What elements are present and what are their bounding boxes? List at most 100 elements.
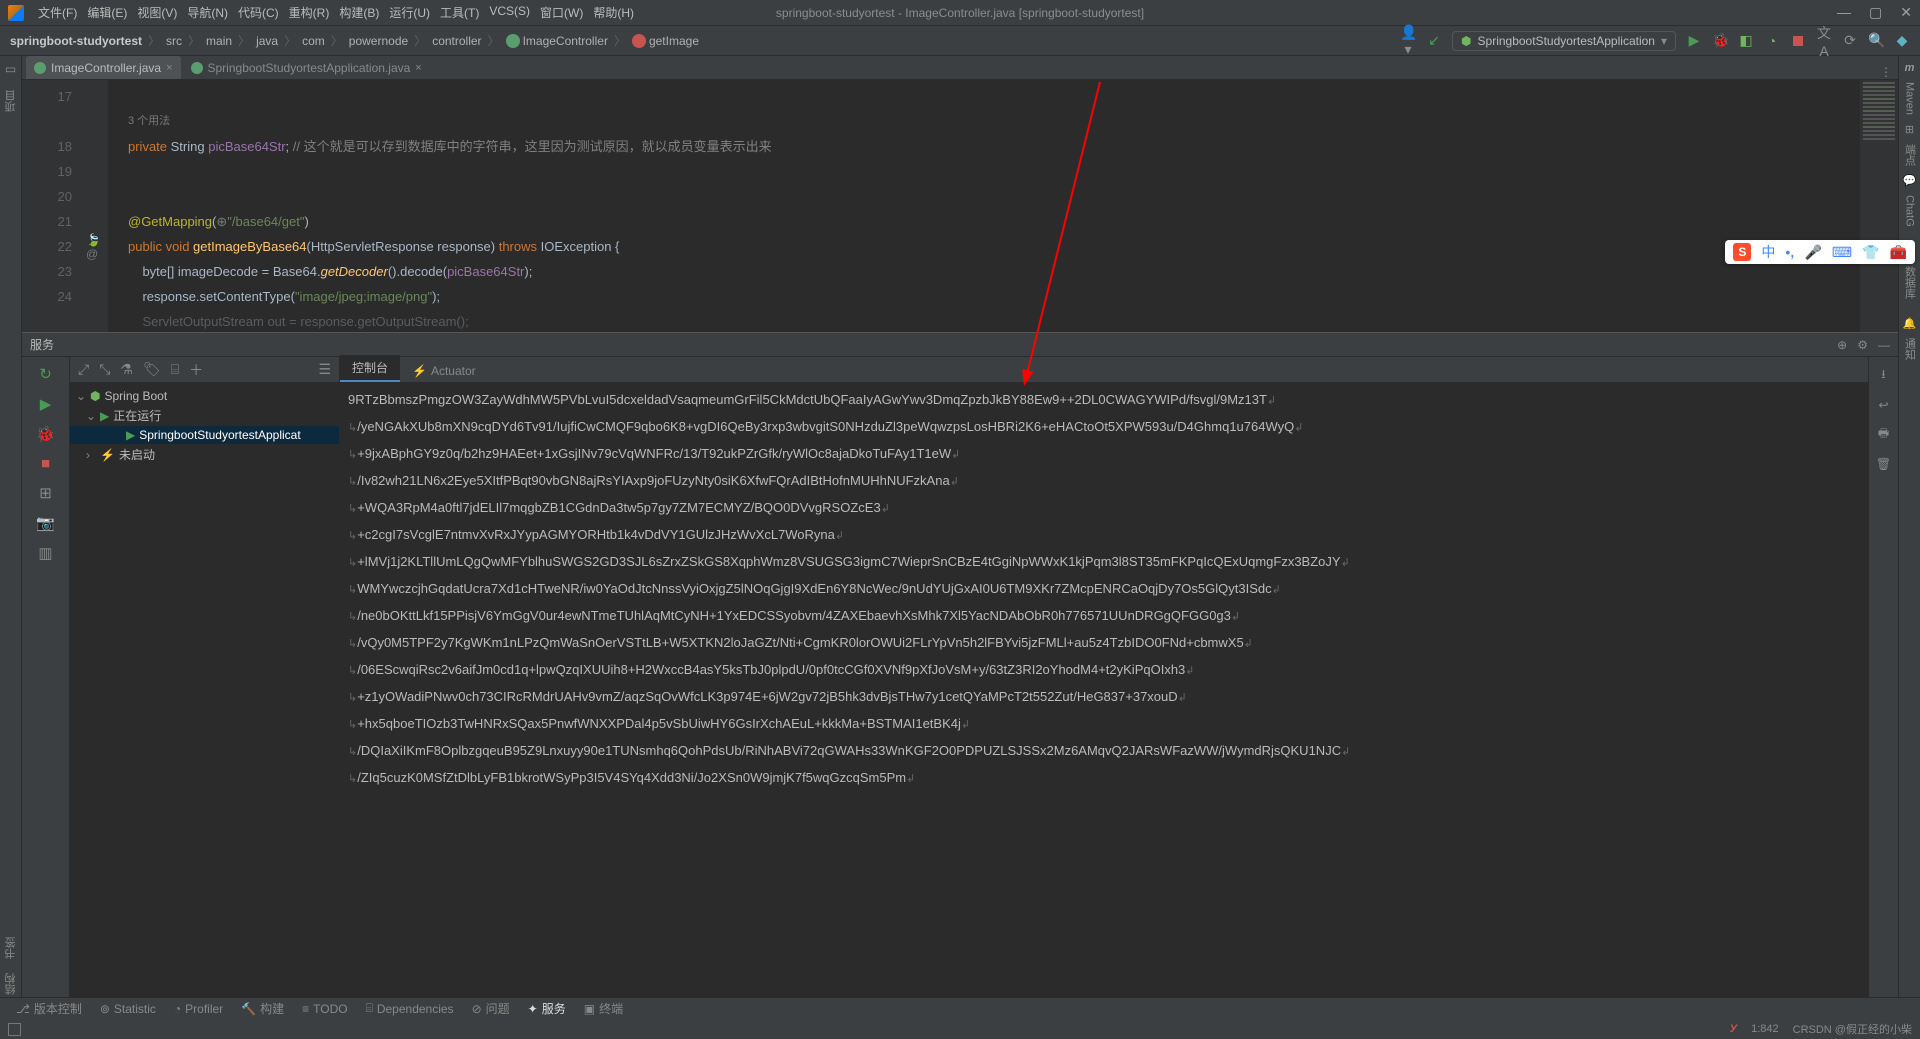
services-tree[interactable]: ⌄⬢ Spring Boot ⌄▶ 正在运行 ▶ SpringbootStudy… — [70, 383, 339, 1015]
btn-statistic[interactable]: ⊚Statistic — [92, 1000, 164, 1018]
tag-icon[interactable]: 🏷 — [143, 361, 161, 378]
menu-window[interactable]: 窗口(W) — [536, 2, 587, 23]
ime-punct-icon[interactable]: •ꓹ — [1785, 244, 1794, 261]
toolwin-toggle-icon[interactable] — [8, 1023, 21, 1036]
chat-label[interactable]: ChatG — [1904, 195, 1916, 227]
endpoints-label[interactable]: 端点 — [1902, 144, 1918, 166]
btn-todo[interactable]: ≡TODO — [294, 1000, 355, 1018]
crumb-controller[interactable]: controller — [432, 34, 481, 48]
ime-lang[interactable]: 中 — [1761, 242, 1775, 262]
tab-actuator[interactable]: ⚡Actuator — [400, 360, 488, 382]
project-tool-icon[interactable]: ▭ — [5, 62, 16, 76]
run-icon[interactable]: ▶ — [40, 395, 52, 413]
stop-icon[interactable]: ■ — [41, 455, 50, 472]
list-icon[interactable]: ☰ — [318, 361, 331, 378]
close-icon[interactable]: × — [415, 62, 421, 74]
cursor-position[interactable]: 1:842 — [1751, 1023, 1779, 1035]
menu-build[interactable]: 构建(B) — [335, 2, 383, 23]
refresh-icon[interactable]: ⟳ — [1842, 32, 1858, 49]
crumb-com[interactable]: com — [302, 34, 325, 48]
group-icon[interactable]: ⌸ — [171, 361, 179, 378]
maximize-icon[interactable]: ▢ — [1869, 4, 1882, 21]
minimize-icon[interactable]: — — [1837, 4, 1851, 21]
run-icon[interactable]: ▶ — [1686, 32, 1702, 49]
translate-icon[interactable]: 文A — [1816, 23, 1832, 59]
crumb-main[interactable]: main — [206, 34, 232, 48]
menu-navigate[interactable]: 导航(N) — [183, 2, 232, 23]
crumb-powernode[interactable]: powernode — [349, 34, 408, 48]
stop-icon[interactable] — [1790, 33, 1806, 49]
btn-dependencies[interactable]: ⌸Dependencies — [358, 999, 462, 1018]
tree-running[interactable]: ⌄▶ 正在运行 — [70, 405, 339, 426]
search-icon[interactable]: 🔍 — [1868, 32, 1884, 49]
coverage-icon[interactable]: ◧ — [1738, 32, 1754, 49]
btn-build[interactable]: 🔨构建 — [233, 998, 292, 1019]
add-icon[interactable]: ＋ — [189, 360, 203, 380]
database-label[interactable]: 数据库 — [1902, 266, 1918, 299]
ime-voice-icon[interactable]: 🎤 — [1804, 244, 1821, 261]
tree-app[interactable]: ▶ SpringbootStudyortestApplicat — [70, 426, 339, 444]
menu-code[interactable]: 代码(C) — [234, 2, 283, 23]
close-icon[interactable]: ✕ — [1900, 4, 1912, 21]
code-area[interactable]: 3 个用法private String picBase64Str; // 这个就… — [108, 80, 1860, 332]
menu-tools[interactable]: 工具(T) — [436, 2, 483, 23]
crumb-project[interactable]: springboot-studyortest — [10, 34, 142, 48]
btn-problems[interactable]: ⊘问题 — [464, 998, 518, 1019]
profile-icon[interactable]: ◔ — [1764, 33, 1780, 49]
debug-icon[interactable]: 🐞 — [1712, 32, 1728, 49]
menu-view[interactable]: 视图(V) — [133, 2, 181, 23]
build-icon[interactable]: ↙ — [1426, 32, 1442, 49]
menu-edit[interactable]: 编辑(E) — [83, 2, 131, 23]
editor[interactable]: 17 18 19 20 21 22 23 24 🍃 @ 3 个用法private… — [22, 80, 1860, 332]
btn-terminal[interactable]: ▣终端 — [576, 998, 631, 1019]
tree-root[interactable]: ⌄⬢ Spring Boot — [70, 387, 339, 405]
tree-notstarted[interactable]: ›⚡ 未启动 — [70, 444, 339, 465]
print-icon[interactable]: 🖶 — [1878, 424, 1889, 445]
gear-icon[interactable]: ⚙ — [1857, 338, 1868, 352]
ime-toolbar[interactable]: S 中 •ꓹ 🎤 ⌨ 👕 🧰 — [1725, 240, 1915, 264]
endpoints-icon[interactable]: ⊞ — [39, 484, 52, 502]
hide-icon[interactable]: — — [1878, 338, 1890, 352]
minimap[interactable] — [1860, 80, 1898, 332]
menu-file[interactable]: 文件(F) — [34, 2, 81, 23]
status-y-icon[interactable]: У — [1730, 1023, 1737, 1035]
pin-icon[interactable]: ⊕ — [1837, 338, 1847, 352]
menu-help[interactable]: 帮助(H) — [589, 2, 638, 23]
maven-label[interactable]: Maven — [1904, 82, 1916, 115]
close-icon[interactable]: × — [166, 62, 172, 74]
tabs-options-icon[interactable]: ⋮ — [1880, 65, 1892, 79]
avatar-icon[interactable]: ◆ — [1894, 32, 1910, 49]
breadcrumb[interactable]: springboot-studyortest〉 src〉 main〉 java〉… — [10, 32, 1400, 49]
debug-icon[interactable]: 🐞 — [36, 425, 55, 443]
endpoints-icon[interactable]: ⊞ — [1905, 123, 1914, 136]
rerun-icon[interactable]: ↻ — [39, 365, 52, 383]
tab-springapp[interactable]: SpringbootStudyortestApplication.java × — [183, 56, 430, 79]
ime-keyboard-icon[interactable]: ⌨ — [1832, 244, 1852, 261]
user-icon[interactable]: 👤▾ — [1400, 24, 1416, 58]
layout-icon[interactable]: ▥ — [38, 544, 52, 562]
usages-hint[interactable]: 3 个用法 — [128, 109, 1860, 134]
camera-icon[interactable]: 📷 — [36, 514, 55, 532]
soft-wrap-icon[interactable]: ↩ — [1878, 398, 1888, 412]
tab-imagecontroller[interactable]: ImageController.java × — [26, 56, 181, 79]
endpoint-gutter-icon[interactable]: 🍃 @ — [86, 234, 108, 259]
clear-icon[interactable]: 🗑 — [1876, 457, 1891, 471]
filter-icon[interactable]: ⚗ — [120, 361, 133, 378]
bookmark-label[interactable]: 书签 — [3, 933, 19, 963]
menu-vcs[interactable]: VCS(S) — [485, 2, 534, 23]
project-label[interactable]: 项目 — [3, 90, 19, 112]
btn-profiler[interactable]: ◔Profiler — [166, 1000, 231, 1018]
crumb-method[interactable]: getImage — [632, 34, 699, 48]
maven-icon[interactable]: m — [1905, 62, 1915, 74]
sogou-icon[interactable]: S — [1733, 243, 1751, 261]
run-config-selector[interactable]: ⬢ SpringbootStudyortestApplication ▾ — [1452, 31, 1676, 51]
btn-vcs[interactable]: ⎇版本控制 — [8, 998, 90, 1019]
expand-icon[interactable]: ⤢ — [78, 361, 89, 378]
ime-tool-icon[interactable]: 🧰 — [1890, 244, 1907, 261]
scroll-end-icon[interactable]: ⭳ — [1881, 365, 1885, 386]
crumb-java[interactable]: java — [256, 34, 278, 48]
menu-refactor[interactable]: 重构(R) — [285, 2, 334, 23]
tab-console[interactable]: 控制台 — [340, 355, 400, 382]
crumb-src[interactable]: src — [166, 34, 182, 48]
chat-icon[interactable]: 💬 — [1903, 174, 1917, 187]
